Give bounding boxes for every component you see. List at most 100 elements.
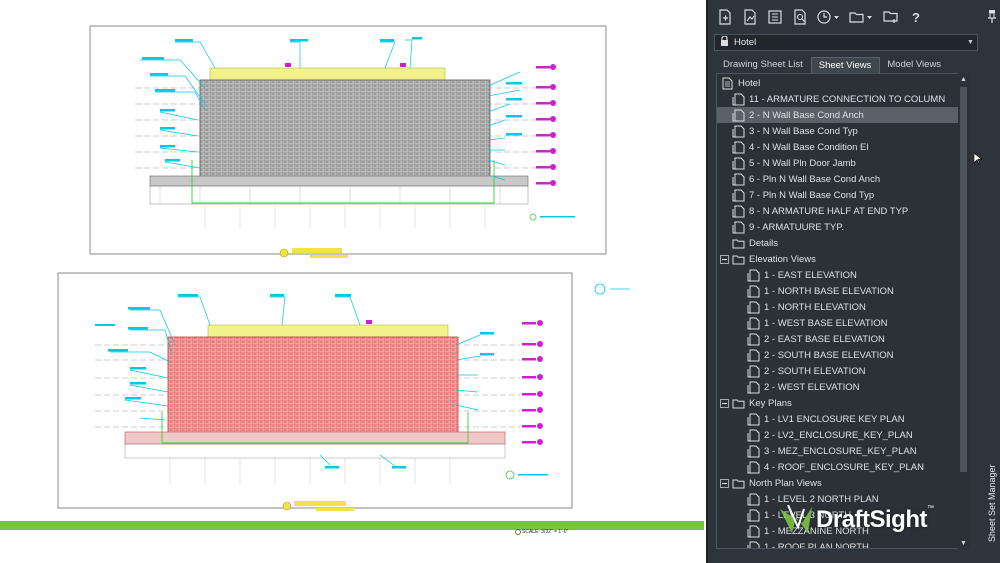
tree-item[interactable]: 5 - N Wall Pln Door Jamb xyxy=(717,155,965,171)
folder-icon[interactable] xyxy=(847,6,877,28)
sheet-set-icon xyxy=(721,77,734,90)
scroll-thumb[interactable] xyxy=(960,87,967,472)
lock-icon xyxy=(720,35,730,49)
tree-item[interactable]: 1 - EAST ELEVATION xyxy=(717,267,965,283)
tree-item[interactable]: 3 - MEZ_ENCLOSURE_KEY_PLAN xyxy=(717,443,965,459)
sheet-set-name: Hotel xyxy=(734,37,757,48)
sheet-view-icon xyxy=(747,333,760,346)
tree-scrollbar[interactable]: ▲ ▼ xyxy=(958,73,970,549)
sheet-view-icon xyxy=(747,285,760,298)
tree-item[interactable]: 2 - EAST BASE ELEVATION xyxy=(717,331,965,347)
help-icon[interactable]: ? xyxy=(905,6,927,28)
scroll-down-icon[interactable]: ▼ xyxy=(960,540,967,547)
tree-item[interactable]: 6 - Pln N Wall Base Cond Anch xyxy=(717,171,965,187)
tree-root-hotel[interactable]: Hotel xyxy=(717,75,965,91)
tree-folder[interactable]: North Plan Views xyxy=(717,475,965,491)
tree-item-label: Details xyxy=(749,237,779,249)
sheet-view-icon xyxy=(732,109,745,122)
tree-item[interactable]: 1 - NORTH BASE ELEVATION xyxy=(717,283,965,299)
collapse-icon[interactable] xyxy=(720,254,729,264)
sheet-view-icon xyxy=(732,205,745,218)
tab-sheet-views[interactable]: Sheet Views xyxy=(810,57,881,74)
tree-item-label: 7 - Pln N Wall Base Cond Typ xyxy=(749,189,875,201)
scroll-up-icon[interactable]: ▲ xyxy=(960,76,967,83)
folder-icon xyxy=(732,253,745,266)
tree-item-label: 3 - MEZ_ENCLOSURE_KEY_PLAN xyxy=(764,445,917,457)
tree-item-label: 1 - WEST BASE ELEVATION xyxy=(764,317,888,329)
tree-folder[interactable]: Elevation Views xyxy=(717,251,965,267)
publish-icon[interactable] xyxy=(764,6,786,28)
logo-trademark: ™ xyxy=(927,505,934,512)
sheet-set-manager-side-tab[interactable]: Sheet Set Manager xyxy=(986,452,1000,542)
folder-icon xyxy=(732,397,745,410)
sheet-view-icon xyxy=(747,541,760,548)
sheet-view-icon xyxy=(747,317,760,330)
preview-icon[interactable] xyxy=(789,6,811,28)
sheet-view-icon xyxy=(747,445,760,458)
drawing-canvas[interactable]: SCALE: 3/32" = 1'-0" xyxy=(0,0,706,563)
tree-item[interactable]: 1 - WEST BASE ELEVATION xyxy=(717,315,965,331)
green-bar xyxy=(0,521,704,530)
sheet-set-icon[interactable] xyxy=(880,6,902,28)
tree-item-label: 2 - N Wall Base Cond Anch xyxy=(749,109,864,121)
draftsight-logo: DraftSight ™ xyxy=(778,503,934,537)
folder-icon xyxy=(732,477,745,490)
history-icon[interactable] xyxy=(814,6,844,28)
tree-item-label: North Plan Views xyxy=(749,477,822,489)
sheet-view-icon xyxy=(747,429,760,442)
tree-item-label: 2 - WEST ELEVATION xyxy=(764,381,860,393)
panel-toolbar: ? xyxy=(714,6,927,30)
tree-item-label: 1 - NORTH ELEVATION xyxy=(764,301,866,313)
tree-item-label: 2 - EAST BASE ELEVATION xyxy=(764,333,885,345)
sheet-view-icon xyxy=(747,365,760,378)
sheet-view-icon xyxy=(747,525,760,538)
sheet-views-tree[interactable]: Hotel 11 - ARMATURE CONNECTION TO COLUMN 2… xyxy=(716,73,968,549)
tree-item[interactable]: 8 - N ARMATURE HALF AT END TYP xyxy=(717,203,965,219)
tree-folder[interactable]: Key Plans xyxy=(717,395,965,411)
tree-item-label: 1 - NORTH BASE ELEVATION xyxy=(764,285,894,297)
collapse-icon[interactable] xyxy=(720,398,729,408)
tree-item[interactable]: 1 - ROOF PLAN NORTH xyxy=(717,539,965,548)
sheet-view-icon xyxy=(747,381,760,394)
tree-item[interactable]: 1 - NORTH ELEVATION xyxy=(717,299,965,315)
collapse-icon[interactable] xyxy=(720,478,729,488)
tree-item[interactable]: 2 - LV2_ENCLOSURE_KEY_PLAN xyxy=(717,427,965,443)
sheet-view-icon xyxy=(732,221,745,234)
tree-item-label: Key Plans xyxy=(749,397,792,409)
mouse-cursor-icon xyxy=(973,152,983,168)
sheet-view-icon xyxy=(747,509,760,522)
tree-item-label: 4 - N Wall Base Condition El xyxy=(749,141,869,153)
south-elevation-view[interactable] xyxy=(57,272,630,511)
tree-item[interactable]: 2 - SOUTH BASE ELEVATION xyxy=(717,347,965,363)
elevation-drawings xyxy=(0,25,704,535)
sheet-set-dropdown[interactable]: Hotel ▼ xyxy=(714,34,978,51)
tree-item[interactable]: 2 - SOUTH ELEVATION xyxy=(717,363,965,379)
sheet-view-icon xyxy=(747,301,760,314)
new-sheet-icon[interactable] xyxy=(714,6,736,28)
tree-item[interactable]: 2 - N Wall Base Cond Anch xyxy=(717,107,965,123)
tree-item[interactable]: 4 - ROOF_ENCLOSURE_KEY_PLAN xyxy=(717,459,965,475)
tab-model-views[interactable]: Model Views xyxy=(880,57,949,73)
tree-item-label: 2 - SOUTH BASE ELEVATION xyxy=(764,349,894,361)
tree-item[interactable]: 7 - Pln N Wall Base Cond Typ xyxy=(717,187,965,203)
tree-item[interactable]: 11 - ARMATURE CONNECTION TO COLUMN xyxy=(717,91,965,107)
sheet-view-icon xyxy=(732,125,745,138)
sheet-view-icon xyxy=(747,269,760,282)
tab-drawing-sheet-list[interactable]: Drawing Sheet List xyxy=(716,57,811,73)
tree-item[interactable]: 4 - N Wall Base Condition El xyxy=(717,139,965,155)
tree-item-label: 1 - EAST ELEVATION xyxy=(764,269,857,281)
tree-item[interactable]: 3 - N Wall Base Cond Typ xyxy=(717,123,965,139)
import-layout-icon[interactable] xyxy=(739,6,761,28)
tree-item-label: 4 - ROOF_ENCLOSURE_KEY_PLAN xyxy=(764,461,924,473)
sheet-view-icon xyxy=(732,173,745,186)
pin-icon[interactable] xyxy=(988,10,996,24)
tree-item[interactable]: 1 - LV1 ENCLOSURE KEY PLAN xyxy=(717,411,965,427)
chevron-down-icon: ▼ xyxy=(967,39,974,46)
tree-folder[interactable]: Details xyxy=(717,235,965,251)
tree-item-label: 6 - Pln N Wall Base Cond Anch xyxy=(749,173,881,185)
draftsight-logo-mark xyxy=(780,504,812,533)
tree-item[interactable]: 9 - ARMATUURE TYP. xyxy=(717,219,965,235)
tree-item[interactable]: 2 - WEST ELEVATION xyxy=(717,379,965,395)
tree-item-label: 2 - SOUTH ELEVATION xyxy=(764,365,866,377)
north-elevation-view[interactable] xyxy=(89,25,607,258)
